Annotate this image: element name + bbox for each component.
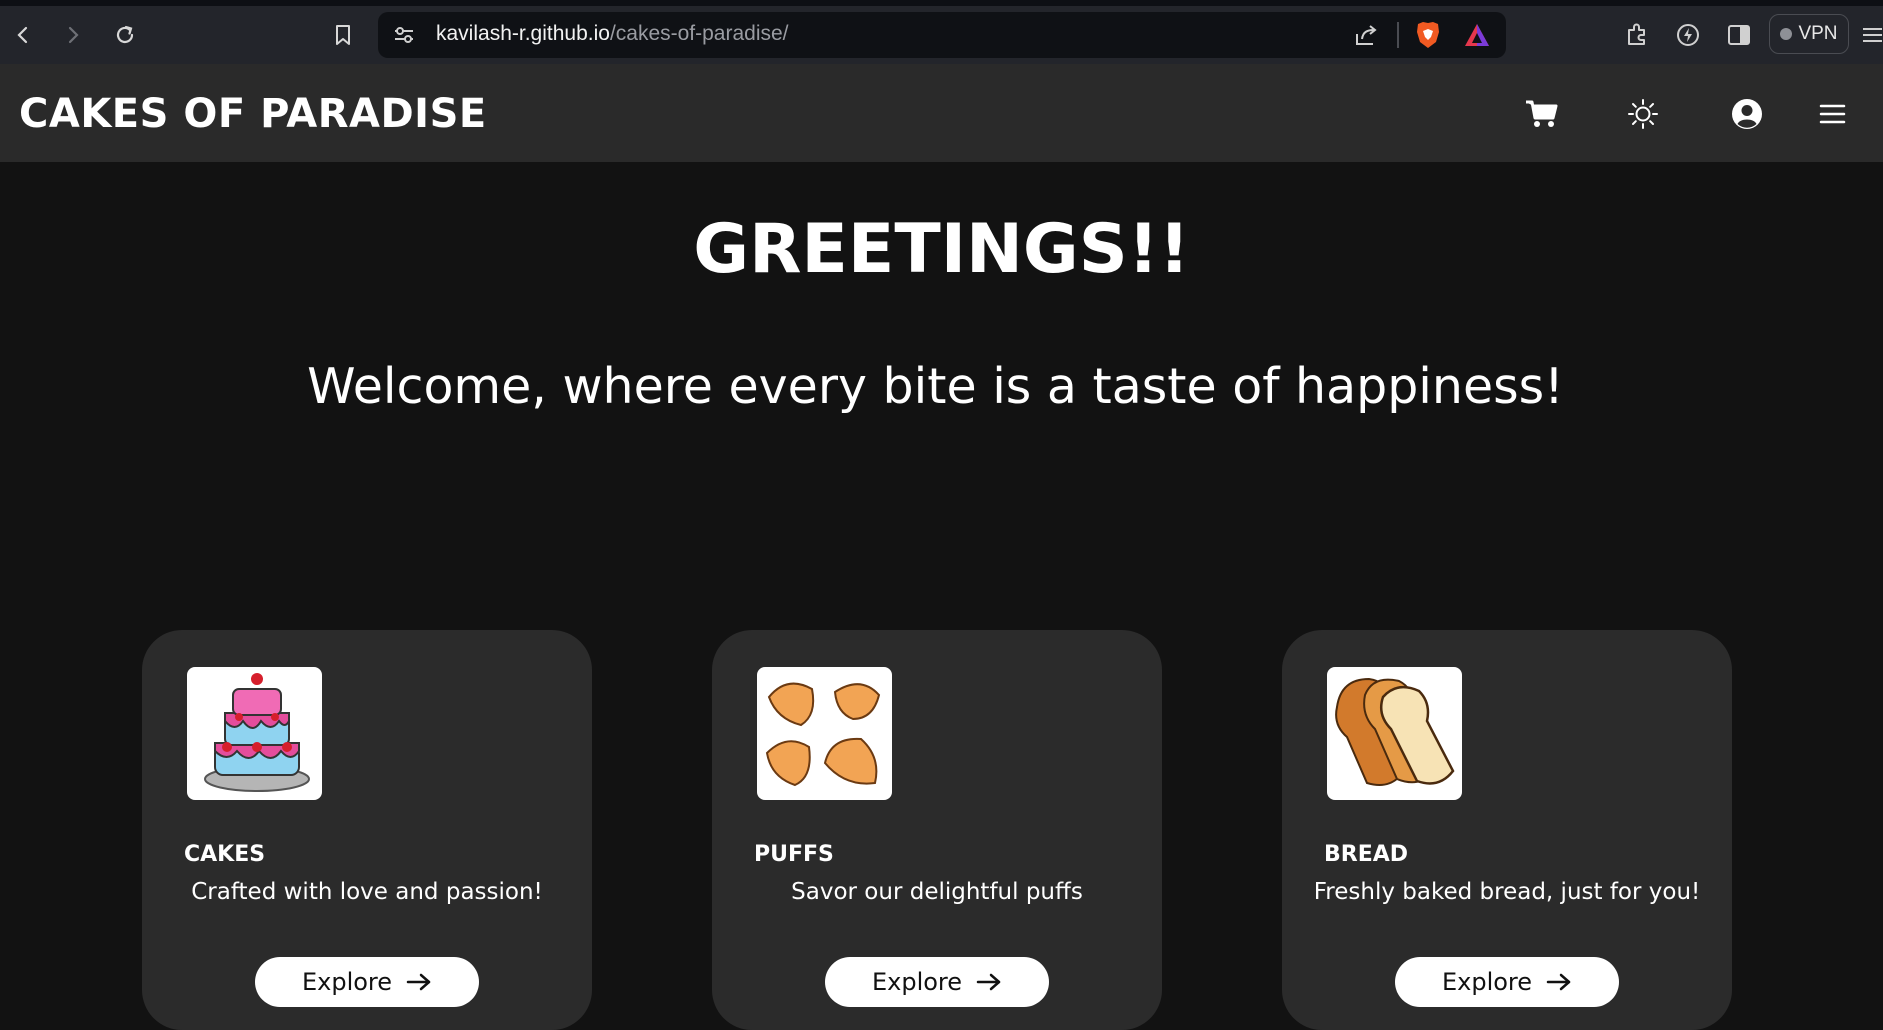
site-settings-icon[interactable] [392,24,416,50]
hamburger-icon[interactable] [1812,94,1852,134]
hero-subtitle: Welcome, where every bite is a taste of … [307,358,1564,415]
explore-button[interactable]: Explore [255,957,479,1007]
bookmark-icon[interactable] [328,20,358,50]
arrow-right-icon [1546,973,1571,991]
explore-label: Explore [871,968,963,996]
explore-label: Explore [1441,968,1533,996]
card-title: CAKES [184,842,266,867]
vpn-button[interactable]: VPN [1769,14,1849,54]
card-description: Crafted with love and passion! [191,879,543,905]
card-cakes: CAKES Crafted with love and passion! Exp… [142,630,592,1030]
explore-label: Explore [301,968,393,996]
reload-icon[interactable] [110,20,140,50]
divider [1397,22,1399,48]
browser-toolbar: kavilash-r.github.io/cakes-of-paradise/ … [0,6,1883,64]
cart-icon[interactable] [1522,94,1562,134]
explore-button[interactable]: Explore [825,957,1049,1007]
card-title: PUFFS [754,842,834,867]
leo-icon[interactable] [1673,20,1703,50]
arrow-right-icon [406,973,431,991]
theme-sun-icon[interactable] [1623,94,1663,134]
hero-title: GREETINGS!! [693,210,1190,289]
forward-icon[interactable] [58,20,88,50]
cake-icon [187,667,322,800]
card-puffs: PUFFS Savor our delightful puffs Explore [712,630,1162,1030]
explore-button[interactable]: Explore [1395,957,1619,1007]
url-host: kavilash-r.github.io [436,22,610,45]
brave-shield-icon[interactable] [1414,20,1442,54]
share-icon[interactable] [1353,22,1379,52]
user-icon[interactable] [1727,94,1767,134]
card-description: Savor our delightful puffs [791,879,1083,905]
puffs-icon [757,667,892,800]
url-path: /cakes-of-paradise/ [609,22,789,45]
site-header: CAKES OF PARADISE [0,64,1883,162]
sidebar-icon[interactable] [1724,20,1754,50]
vpn-status-icon [1780,28,1793,40]
vpn-label: VPN [1798,23,1838,44]
card-description: Freshly baked bread, just for you! [1313,879,1701,905]
extensions-icon[interactable] [1622,20,1652,50]
address-bar[interactable]: kavilash-r.github.io/cakes-of-paradise/ [378,12,1506,58]
card-title: BREAD [1324,842,1409,867]
card-bread: BREAD Freshly baked bread, just for you!… [1282,630,1732,1030]
arrow-right-icon [976,973,1001,991]
site-brand[interactable]: CAKES OF PARADISE [19,91,487,137]
bread-icon [1327,667,1462,800]
url-text: kavilash-r.github.io/cakes-of-paradise/ [436,22,789,46]
menu-icon[interactable] [1856,20,1883,50]
back-icon[interactable] [8,20,38,50]
brave-rewards-icon[interactable] [1463,21,1491,53]
